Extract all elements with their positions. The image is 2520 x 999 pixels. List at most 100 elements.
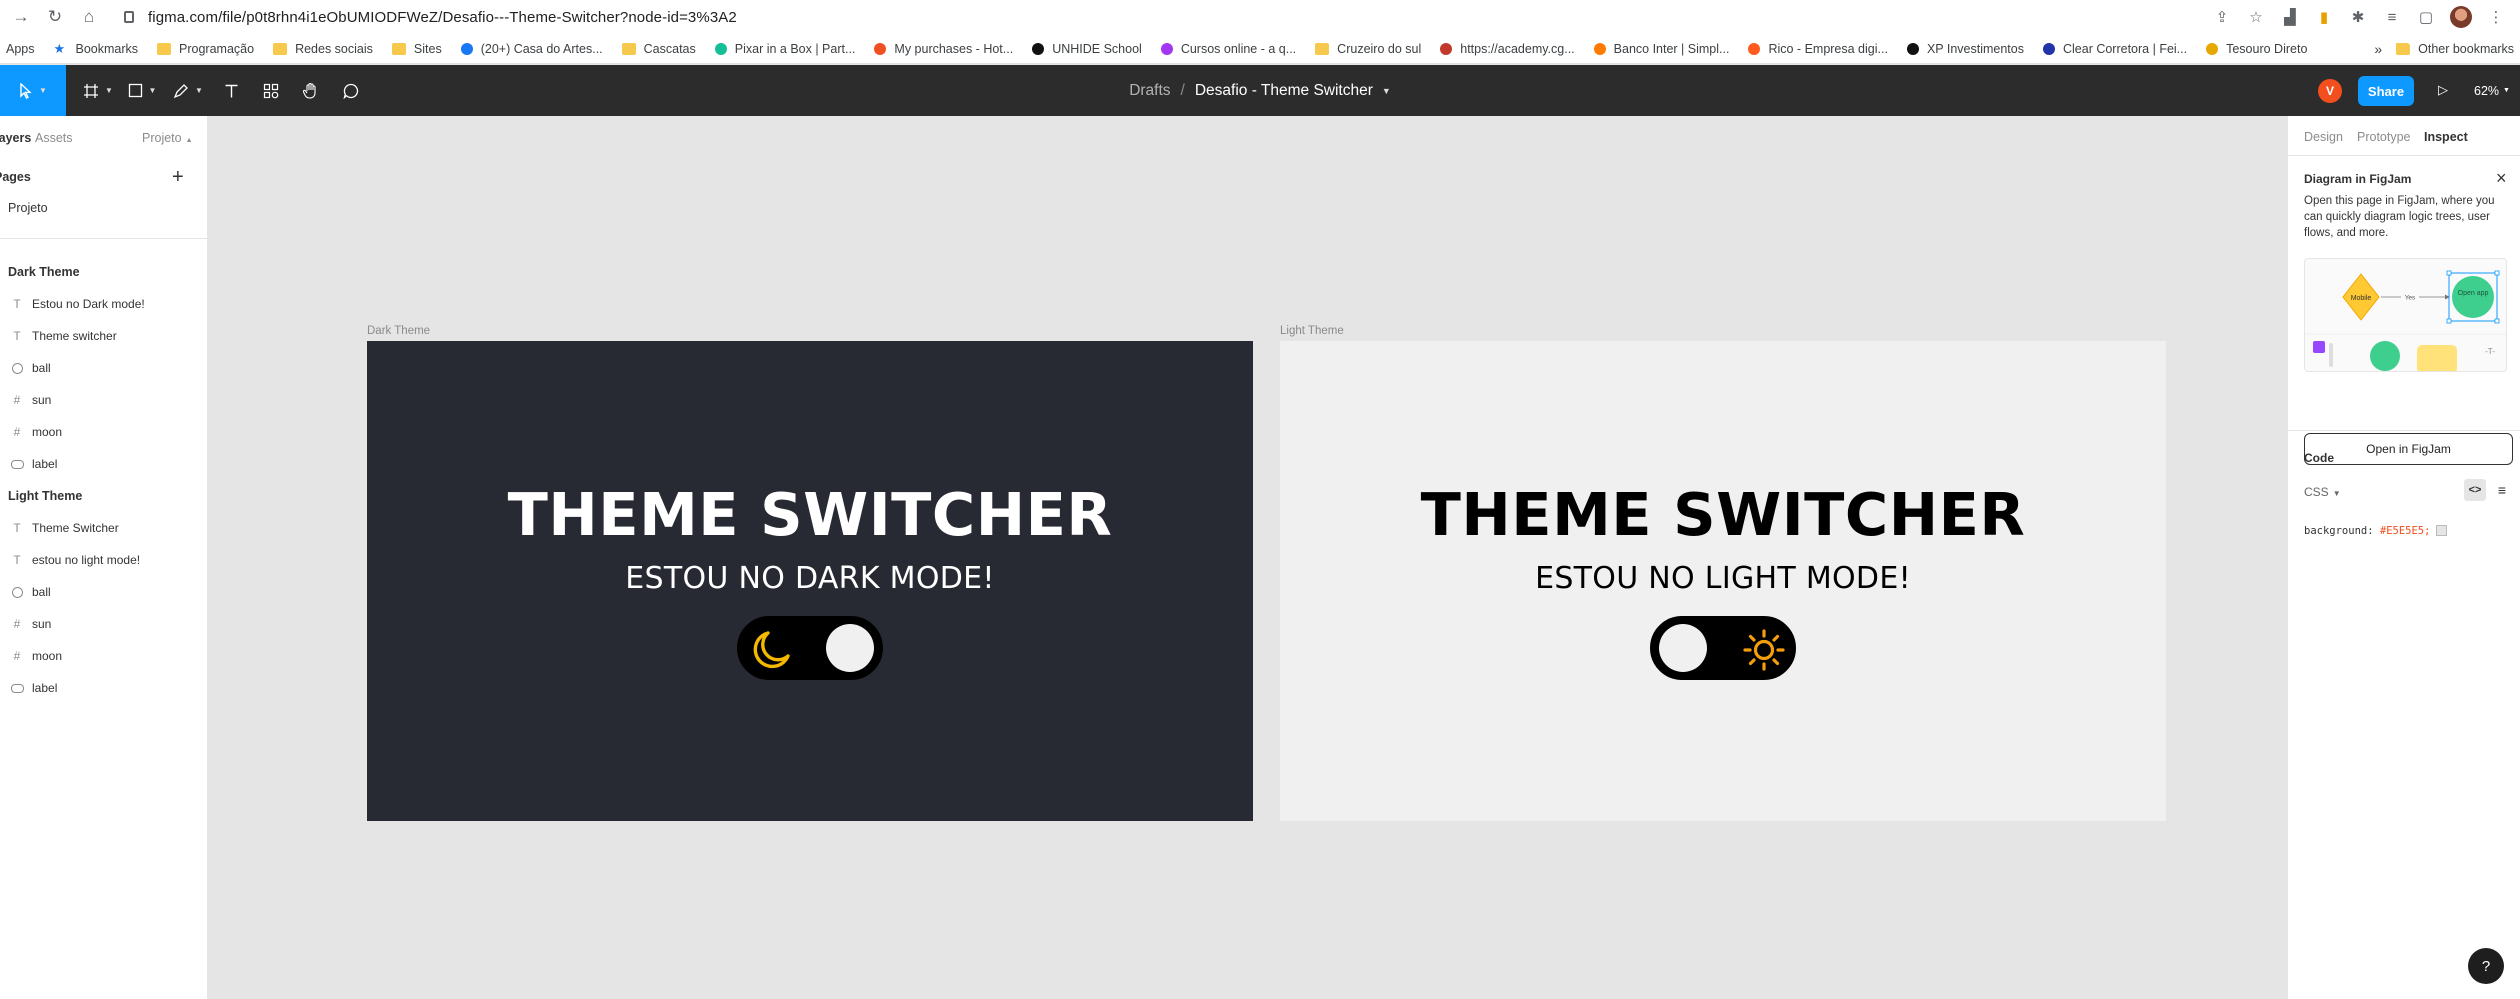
- bookmark-item[interactable]: https://academy.cg...: [1440, 42, 1575, 56]
- move-tool[interactable]: ▼: [0, 65, 66, 116]
- figjam-description: Open this page in FigJam, where you can …: [2304, 195, 2495, 239]
- layer-item[interactable]: # moon: [0, 640, 208, 672]
- share-button[interactable]: Share: [2358, 76, 2414, 106]
- bookmark-item[interactable]: XP Investimentos: [1906, 42, 2024, 56]
- chrome-menu-icon[interactable]: ⋮: [2486, 7, 2506, 27]
- bookmark-item[interactable]: Clear Corretora | Fei...: [2042, 42, 2187, 56]
- theme-toggle-switch[interactable]: [737, 616, 883, 680]
- bookmark-item[interactable]: Cruzeiro do sul: [1315, 42, 1421, 56]
- theme-switcher-title: THEME SWITCHER: [507, 480, 1113, 549]
- layer-name: ball: [32, 585, 51, 599]
- close-icon[interactable]: ×: [2496, 168, 2507, 189]
- layer-name: estou no light mode!: [32, 553, 141, 567]
- layer-item[interactable]: Testou no light mode!: [0, 544, 208, 576]
- home-icon[interactable]: ⌂: [76, 4, 102, 30]
- folder-icon: [273, 42, 288, 55]
- moon-icon: [753, 631, 790, 669]
- layers-panel: Layers Assets Projeto▲ Pages + Projeto D…: [0, 116, 208, 999]
- forward-icon[interactable]: →: [8, 4, 34, 30]
- layer-item[interactable]: ball: [0, 352, 208, 384]
- help-button[interactable]: ?: [2468, 948, 2504, 984]
- light-theme-frame[interactable]: THEME SWITCHER ESTOU NO LIGHT MODE!: [1280, 341, 2166, 821]
- url-field[interactable]: figma.com/file/p0t8rhn4i1eObUMIODFWeZ/De…: [124, 9, 737, 26]
- text-tool[interactable]: [218, 65, 244, 116]
- layer-item[interactable]: # sun: [0, 384, 208, 416]
- chevron-down-icon[interactable]: ▼: [1382, 86, 1391, 96]
- frame-label-light[interactable]: Light Theme: [1280, 325, 1344, 337]
- tesouro-icon: [2206, 42, 2219, 55]
- frame-label-dark[interactable]: Dark Theme: [367, 325, 430, 337]
- bookmark-item[interactable]: Cursos online - a q...: [1160, 42, 1296, 56]
- page-dropdown[interactable]: Projeto ▲: [142, 131, 193, 145]
- code-view-icon[interactable]: <>: [2464, 479, 2486, 501]
- other-bookmarks[interactable]: Other bookmarks: [2418, 42, 2514, 56]
- bookmark-item[interactable]: Rico - Empresa digi...: [1748, 42, 1888, 56]
- bookmark-item[interactable]: Banco Inter | Simpl...: [1593, 42, 1729, 56]
- hand-tool[interactable]: [298, 65, 324, 116]
- tab-prototype[interactable]: Prototype: [2357, 130, 2411, 144]
- zoom-dropdown[interactable]: 62% ▼: [2474, 65, 2510, 116]
- layer-frame[interactable]: Light Theme: [0, 480, 208, 512]
- layer-item[interactable]: # moon: [0, 416, 208, 448]
- tab-design[interactable]: Design: [2304, 130, 2343, 144]
- bookmark-item[interactable]: Programação: [157, 42, 254, 56]
- design-canvas[interactable]: Dark Theme Light Theme THEME SWITCHER ES…: [208, 116, 2287, 999]
- more-bookmarks-chevron[interactable]: »: [2374, 41, 2382, 57]
- breadcrumb-drafts[interactable]: Drafts: [1129, 82, 1170, 100]
- bookmark-item[interactable]: UNHIDE School: [1032, 42, 1142, 56]
- tab-inspect[interactable]: Inspect: [2424, 130, 2468, 144]
- layer-name: Theme Switcher: [32, 521, 119, 535]
- comment-tool[interactable]: [338, 65, 364, 116]
- layer-item[interactable]: T Estou no Dark mode!: [0, 288, 208, 320]
- list-view-icon[interactable]: ≡: [2492, 479, 2512, 501]
- file-name[interactable]: Desafio - Theme Switcher: [1195, 82, 1373, 100]
- bookmark-item[interactable]: Cascatas: [621, 42, 696, 56]
- rectangle-layer-icon: [9, 684, 25, 693]
- frame-tool[interactable]: ▼: [78, 65, 118, 116]
- user-avatar[interactable]: V: [2318, 79, 2342, 103]
- tab-assets[interactable]: Assets: [35, 131, 73, 145]
- bookmark-label: My purchases - Hot...: [894, 41, 1014, 56]
- bookmark-item[interactable]: My purchases - Hot...: [874, 42, 1013, 56]
- bookmark-item[interactable]: Tesouro Direto: [2206, 42, 2307, 56]
- signal-extension-icon[interactable]: ▟: [2280, 7, 2300, 27]
- profile-avatar[interactable]: [2450, 6, 2472, 28]
- inter-icon: [1593, 42, 1606, 55]
- layer-item[interactable]: T Theme switcher: [0, 320, 208, 352]
- present-button[interactable]: ▷: [2430, 77, 2456, 103]
- bookmark-item[interactable]: Pixar in a Box | Part...: [714, 42, 855, 56]
- layer-item[interactable]: ball: [0, 576, 208, 608]
- layer-frame[interactable]: Dark Theme: [0, 256, 208, 288]
- extension-icon[interactable]: ▮: [2314, 7, 2334, 27]
- layer-item[interactable]: label: [0, 672, 208, 704]
- pen-tool[interactable]: ▼: [168, 65, 208, 116]
- lock-icon: [124, 10, 134, 23]
- media-icon[interactable]: ≡: [2382, 7, 2402, 27]
- shape-tool[interactable]: ▼: [122, 65, 162, 116]
- chevron-down-icon: ▼: [39, 86, 47, 95]
- share-page-icon[interactable]: ⇪: [2212, 7, 2232, 27]
- layer-item[interactable]: # sun: [0, 608, 208, 640]
- tab-layers[interactable]: Layers: [0, 131, 31, 145]
- bookmark-item[interactable]: ★ Bookmarks: [54, 42, 139, 56]
- bookmark-item[interactable]: Redes sociais: [273, 42, 373, 56]
- reload-icon[interactable]: ↻: [42, 4, 68, 30]
- layer-item[interactable]: label: [0, 448, 208, 480]
- resources-icon: [263, 83, 279, 98]
- dark-theme-frame[interactable]: THEME SWITCHER ESTOU NO DARK MODE!: [367, 341, 1253, 821]
- layer-name: ball: [32, 361, 51, 375]
- code-language-dropdown[interactable]: CSS ▼: [2304, 485, 2341, 499]
- page-item-projeto[interactable]: Projeto: [8, 201, 48, 215]
- add-page-plus-icon[interactable]: +: [172, 166, 184, 189]
- resources-tool[interactable]: [258, 65, 284, 116]
- bookmark-star-icon[interactable]: ☆: [2246, 7, 2266, 27]
- layer-item[interactable]: T Theme Switcher: [0, 512, 208, 544]
- apps-shortcut[interactable]: Apps: [6, 42, 35, 56]
- code-line[interactable]: background: #E5E5E5;: [2304, 525, 2448, 537]
- bookmark-item[interactable]: (20+) Casa do Artes...: [460, 42, 603, 56]
- sidebar-icon[interactable]: ▢: [2416, 7, 2436, 27]
- puzzle-extensions-icon[interactable]: ✱: [2348, 7, 2368, 27]
- frame-icon: [84, 83, 99, 98]
- bookmark-item[interactable]: Sites: [391, 42, 442, 56]
- theme-toggle-switch[interactable]: [1650, 616, 1796, 680]
